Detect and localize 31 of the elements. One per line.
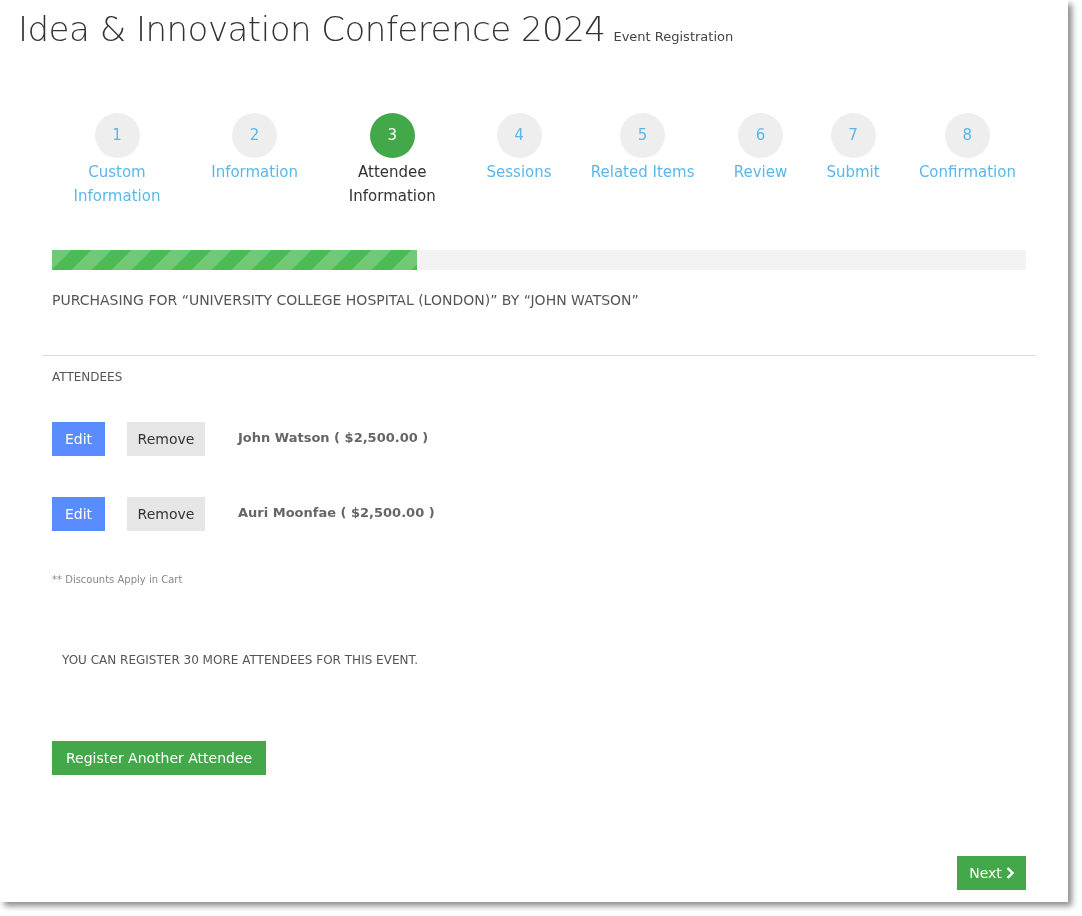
- step-label[interactable]: Related Items: [590, 160, 695, 184]
- page-title: Idea & Innovation Conference 2024: [18, 8, 606, 51]
- edit-button[interactable]: Edit: [52, 497, 105, 531]
- attendees-heading: ATTENDEES: [52, 369, 124, 386]
- remove-button[interactable]: Remove: [127, 422, 205, 456]
- capacity-text: YOU CAN REGISTER 30 MORE ATTENDEES FOR THIS EVENT.: [62, 652, 420, 669]
- step-label[interactable]: Attendee Information: [337, 160, 448, 208]
- next-button[interactable]: Next: [957, 856, 1026, 890]
- step-label[interactable]: Sessions: [486, 160, 552, 184]
- register-another-attendee-button[interactable]: Register Another Attendee: [52, 741, 267, 775]
- step-number[interactable]: 4: [496, 113, 542, 158]
- step-number[interactable]: 2: [232, 113, 278, 158]
- step-number[interactable]: 5: [620, 113, 666, 158]
- step-label[interactable]: Custom Information: [62, 160, 172, 208]
- chevron-right-icon: [1005, 867, 1014, 879]
- attendee-name: John Watson ( $2,500.00 ): [238, 429, 429, 447]
- step-number[interactable]: 3: [369, 113, 415, 158]
- step-number[interactable]: 1: [94, 113, 140, 158]
- attendee-name: Auri Moonfae ( $2,500.00 ): [238, 504, 435, 522]
- step-label[interactable]: Confirmation: [918, 160, 1016, 184]
- remove-button[interactable]: Remove: [127, 497, 205, 531]
- step-number[interactable]: 6: [737, 113, 783, 158]
- edit-button[interactable]: Edit: [52, 422, 105, 456]
- step-label[interactable]: Information: [211, 160, 299, 184]
- purchasing-text: PURCHASING FOR “UNIVERSITY COLLEGE HOSPITAL (LONDON)” BY “JOHN WATSON”: [52, 291, 640, 310]
- page-subtitle: Event Registration: [613, 28, 734, 46]
- discount-note: ** Discounts Apply in Cart: [52, 573, 184, 587]
- step-label[interactable]: Submit: [826, 160, 880, 184]
- step-label[interactable]: Review: [733, 160, 788, 184]
- step-number[interactable]: 7: [830, 113, 876, 158]
- step-number[interactable]: 8: [944, 113, 990, 158]
